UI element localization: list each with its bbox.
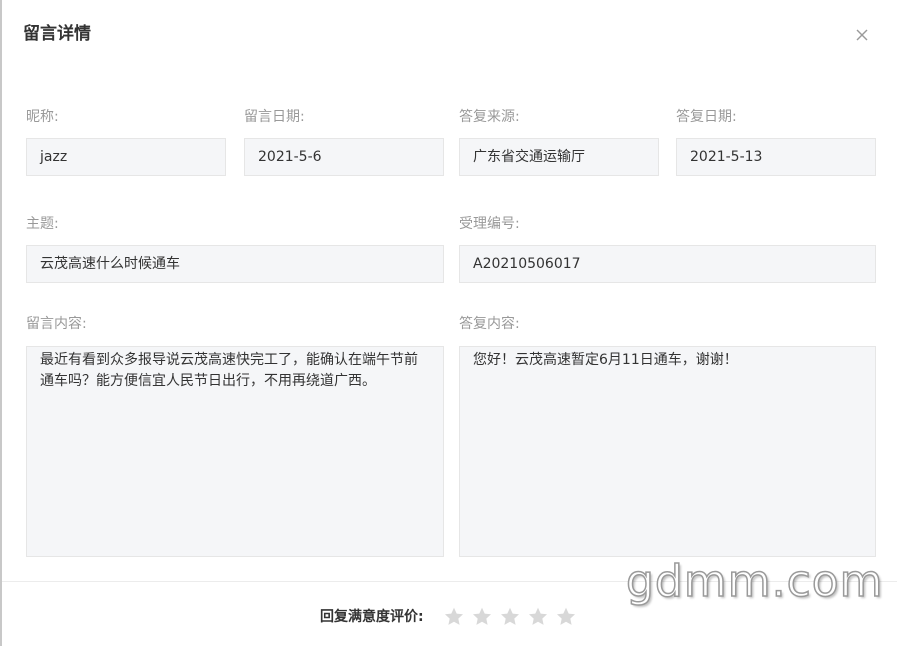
nickname-label: 昵称: bbox=[26, 109, 59, 125]
case-number-label: 受理编号: bbox=[459, 216, 520, 232]
subject-field: 云茂高速什么时候通车 bbox=[26, 245, 444, 283]
star-icon bbox=[529, 607, 547, 625]
message-detail-dialog: 留言详情 昵称: jazz 留言日期: 2021-5-6 答复来源: 广东省交通… bbox=[0, 0, 897, 646]
dialog-title: 留言详情 bbox=[23, 24, 91, 44]
subject-label: 主题: bbox=[26, 216, 59, 232]
case-number-field: A20210506017 bbox=[459, 245, 876, 283]
nickname-field: jazz bbox=[26, 138, 226, 176]
close-icon bbox=[856, 29, 868, 41]
rating-star-4[interactable] bbox=[527, 606, 549, 628]
close-button[interactable] bbox=[852, 25, 872, 45]
rating-star-3[interactable] bbox=[499, 606, 521, 628]
reply-content-label: 答复内容: bbox=[459, 316, 520, 332]
reply-content-area: 您好！云茂高速暂定6月11日通车，谢谢！ bbox=[459, 346, 876, 557]
rating-star-2[interactable] bbox=[471, 606, 493, 628]
star-icon bbox=[445, 607, 463, 625]
message-content-label: 留言内容: bbox=[26, 316, 87, 332]
reply-date-field: 2021-5-13 bbox=[676, 138, 876, 176]
reply-date-label: 答复日期: bbox=[676, 109, 737, 125]
reply-source-field: 广东省交通运输厅 bbox=[459, 138, 659, 176]
rating-label: 回复满意度评价: bbox=[320, 609, 424, 625]
message-content-area: 最近有看到众多报导说云茂高速快完工了，能确认在端午节前通车吗？能方便信宜人民节日… bbox=[26, 346, 444, 557]
watermark-logo: gdmm.com bbox=[625, 555, 884, 608]
reply-source-label: 答复来源: bbox=[459, 109, 520, 125]
message-date-field: 2021-5-6 bbox=[244, 138, 444, 176]
message-date-label: 留言日期: bbox=[244, 109, 305, 125]
star-icon bbox=[501, 607, 519, 625]
rating-star-1[interactable] bbox=[443, 606, 465, 628]
rating-stars bbox=[443, 606, 577, 628]
star-icon bbox=[557, 607, 575, 625]
star-icon bbox=[473, 607, 491, 625]
rating-star-5[interactable] bbox=[555, 606, 577, 628]
